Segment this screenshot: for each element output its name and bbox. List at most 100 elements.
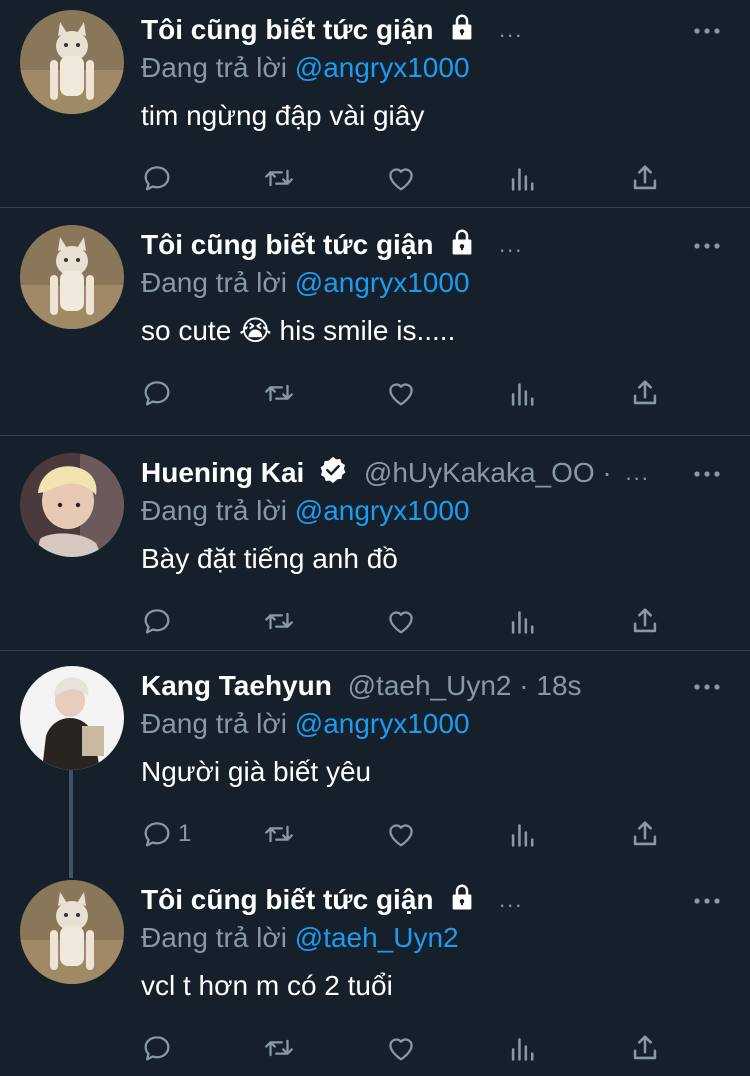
display-name[interactable]: Tôi cũng biết tức giận xyxy=(141,884,434,915)
truncation-ellipsis: ... xyxy=(499,17,524,42)
like-icon xyxy=(389,1038,413,1061)
like-button[interactable] xyxy=(384,601,418,641)
reply-icon xyxy=(144,1036,170,1061)
share-icon xyxy=(633,821,657,846)
retweet-button[interactable] xyxy=(262,1028,296,1068)
reply-icon xyxy=(144,822,170,847)
retweet-button[interactable] xyxy=(262,601,296,641)
share-button[interactable] xyxy=(628,1028,662,1068)
analytics-icon xyxy=(511,1038,534,1061)
like-icon xyxy=(389,383,413,406)
truncation-ellipsis: ... xyxy=(499,232,524,257)
tweet-actions xyxy=(0,1028,750,1068)
avatar[interactable] xyxy=(20,225,124,329)
more-icon[interactable] xyxy=(692,459,722,489)
like-button[interactable] xyxy=(384,373,418,413)
analytics-icon xyxy=(511,383,534,406)
like-icon xyxy=(389,168,413,191)
tweet-text: vcl t hơn m có 2 tuổi xyxy=(141,970,393,1001)
share-button[interactable] xyxy=(628,373,662,413)
truncation-ellipsis: ... xyxy=(499,887,524,912)
analytics-icon xyxy=(511,611,534,634)
avatar[interactable] xyxy=(20,666,124,770)
lock-icon xyxy=(447,882,477,923)
share-icon xyxy=(633,165,657,190)
like-button[interactable] xyxy=(384,814,418,854)
tweet-actions: 1 xyxy=(0,814,750,854)
retweet-icon xyxy=(265,169,293,187)
replying-prefix: Đang trả lời xyxy=(141,495,287,526)
more-icon[interactable] xyxy=(692,672,722,702)
replying-to: Đang trả lời @angryx1000 xyxy=(141,265,470,301)
retweet-icon xyxy=(265,612,293,630)
display-name[interactable]: Kang Taehyun xyxy=(141,670,332,701)
user-handle[interactable]: @hUyKakaka_OO · xyxy=(364,457,612,488)
avatar[interactable] xyxy=(20,880,124,984)
tweet-header: Kang Taehyun @taeh_Uyn2 · 18s xyxy=(141,666,582,706)
like-button[interactable] xyxy=(384,1028,418,1068)
analytics-button[interactable] xyxy=(506,158,540,198)
tweet-header: Tôi cũng biết tức giận ... xyxy=(141,880,523,920)
share-icon xyxy=(633,380,657,405)
tweet-text: tim ngừng đập vài giây xyxy=(141,100,425,131)
cat-avatar-image xyxy=(20,880,124,984)
more-icon[interactable] xyxy=(692,16,722,46)
reply-button[interactable] xyxy=(140,373,178,413)
analytics-button[interactable] xyxy=(506,1028,540,1068)
replying-to-handle[interactable]: @angryx1000 xyxy=(295,708,470,739)
lock-icon xyxy=(447,227,477,268)
reply-button[interactable]: 1 xyxy=(140,814,191,854)
retweet-button[interactable] xyxy=(262,373,296,413)
more-icon[interactable] xyxy=(692,231,722,261)
analytics-button[interactable] xyxy=(506,814,540,854)
replying-to: Đang trả lời @angryx1000 xyxy=(141,493,470,529)
replying-to-handle[interactable]: @angryx1000 xyxy=(295,52,470,83)
display-name[interactable]: Huening Kai xyxy=(141,457,304,488)
display-name[interactable]: Tôi cũng biết tức giận xyxy=(141,229,434,260)
person-avatar-image xyxy=(20,666,124,770)
share-button[interactable] xyxy=(628,601,662,641)
retweet-icon xyxy=(265,825,293,843)
analytics-button[interactable] xyxy=(506,601,540,641)
reply-button[interactable] xyxy=(140,601,178,641)
like-icon xyxy=(389,611,413,634)
cat-avatar-image xyxy=(20,10,124,114)
tweet-header: Huening Kai @hUyKakaka_OO · ... xyxy=(141,453,650,493)
thread-connector xyxy=(69,770,73,878)
analytics-button[interactable] xyxy=(506,373,540,413)
truncation-ellipsis: ... xyxy=(625,460,650,485)
reply-icon xyxy=(144,609,170,634)
tweet-text: Bày đặt tiếng anh đồ xyxy=(141,543,398,574)
tweet-actions xyxy=(0,158,750,198)
like-button[interactable] xyxy=(384,158,418,198)
more-icon[interactable] xyxy=(692,886,722,916)
verified-badge-icon xyxy=(318,455,348,496)
replying-prefix: Đang trả lời xyxy=(141,708,287,739)
retweet-button[interactable] xyxy=(262,814,296,854)
retweet-button[interactable] xyxy=(262,158,296,198)
avatar[interactable] xyxy=(20,10,124,114)
reply-icon xyxy=(144,381,170,406)
replying-to: Đang trả lời @angryx1000 xyxy=(141,50,470,86)
retweet-icon xyxy=(265,1039,293,1057)
tweet-actions xyxy=(0,373,750,413)
share-button[interactable] xyxy=(628,814,662,854)
share-button[interactable] xyxy=(628,158,662,198)
avatar[interactable] xyxy=(20,453,124,557)
tweet-actions xyxy=(0,601,750,641)
replying-to-handle[interactable]: @taeh_Uyn2 xyxy=(295,922,459,953)
reply-button[interactable] xyxy=(140,1028,178,1068)
tweet-header: Tôi cũng biết tức giận ... xyxy=(141,225,523,265)
reply-button[interactable] xyxy=(140,158,178,198)
display-name[interactable]: Tôi cũng biết tức giận xyxy=(141,14,434,45)
replying-to-handle[interactable]: @angryx1000 xyxy=(295,267,470,298)
analytics-icon xyxy=(511,824,534,847)
tweet-text: Người già biết yêu xyxy=(141,756,372,787)
lock-icon xyxy=(447,12,477,53)
replying-to: Đang trả lời @angryx1000 xyxy=(141,706,470,742)
replying-to-handle[interactable]: @angryx1000 xyxy=(295,495,470,526)
divider xyxy=(0,207,750,208)
user-handle[interactable]: @taeh_Uyn2 · 18s xyxy=(348,670,582,701)
person-avatar-image xyxy=(20,453,124,557)
tweet-text: so cute 😭 his smile is..... xyxy=(141,315,456,346)
